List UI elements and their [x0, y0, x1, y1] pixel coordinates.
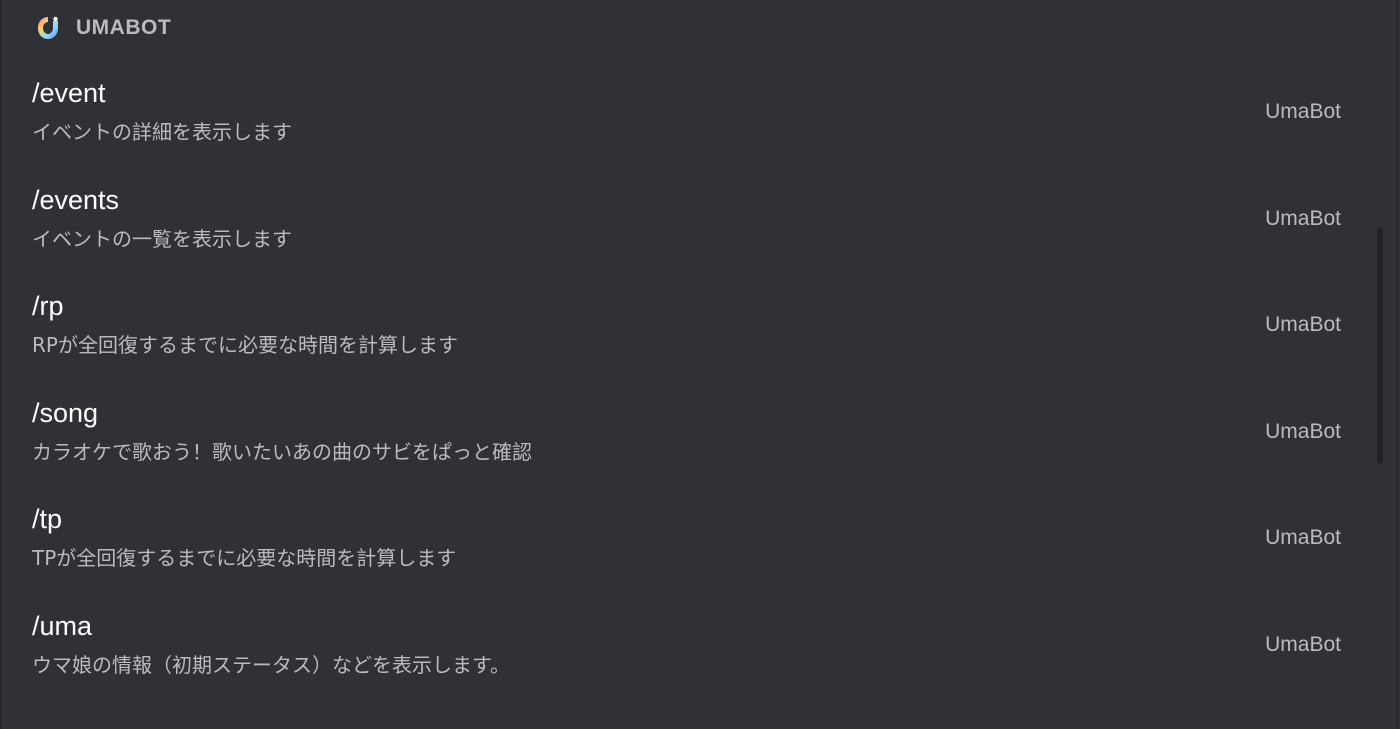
command-list: /event イベントの詳細を表示します UmaBot /events イベント… [1, 66, 1399, 706]
command-source: UmaBot [1265, 526, 1341, 550]
command-name: /song [32, 397, 99, 428]
command-source: UmaBot [1265, 632, 1341, 656]
command-item-events[interactable]: /events イベントの一覧を表示します UmaBot [1, 173, 1399, 280]
command-picker-panel: UMABOT /event イベントの詳細を表示します UmaBot /even… [0, 0, 1398, 729]
umabot-logo-icon [32, 12, 64, 44]
command-name: /event [32, 78, 106, 108]
command-description: TPが全回復するまでに必要な時間を計算します [32, 546, 457, 571]
command-source: UmaBot [1265, 100, 1341, 123]
command-name: /tp [32, 504, 63, 535]
command-name: /events [32, 184, 120, 215]
command-name: /uma [32, 610, 93, 641]
command-description: RPが全回復するまでに必要な時間を計算します [32, 333, 458, 358]
command-description: イベントの一覧を表示します [32, 226, 292, 251]
app-title: UMABOT [76, 16, 172, 39]
command-item-event[interactable]: /event イベントの詳細を表示します UmaBot [1, 66, 1399, 173]
scrollbar-thumb[interactable] [1377, 228, 1383, 464]
command-name: /rp [32, 291, 64, 322]
command-source: UmaBot [1265, 313, 1341, 337]
command-description: ウマ娘の情報（初期ステータス）などを表示します。 [32, 652, 510, 677]
command-source: UmaBot [1265, 206, 1341, 230]
app-section-header: UMABOT [32, 12, 171, 44]
command-description: カラオケで歌おう！歌いたいあの曲のサビをぱっと確認 [32, 439, 532, 464]
command-item-rp[interactable]: /rp RPが全回復するまでに必要な時間を計算します UmaBot [1, 279, 1399, 386]
command-source: UmaBot [1265, 419, 1341, 443]
scrollbar[interactable] [1377, 0, 1385, 729]
command-item-tp[interactable]: /tp TPが全回復するまでに必要な時間を計算します UmaBot [1, 492, 1399, 599]
command-item-uma[interactable]: /uma ウマ娘の情報（初期ステータス）などを表示します。 UmaBot [1, 599, 1399, 706]
command-item-song[interactable]: /song カラオケで歌おう！歌いたいあの曲のサビをぱっと確認 UmaBot [1, 386, 1399, 493]
command-description: イベントの詳細を表示します [32, 120, 292, 144]
